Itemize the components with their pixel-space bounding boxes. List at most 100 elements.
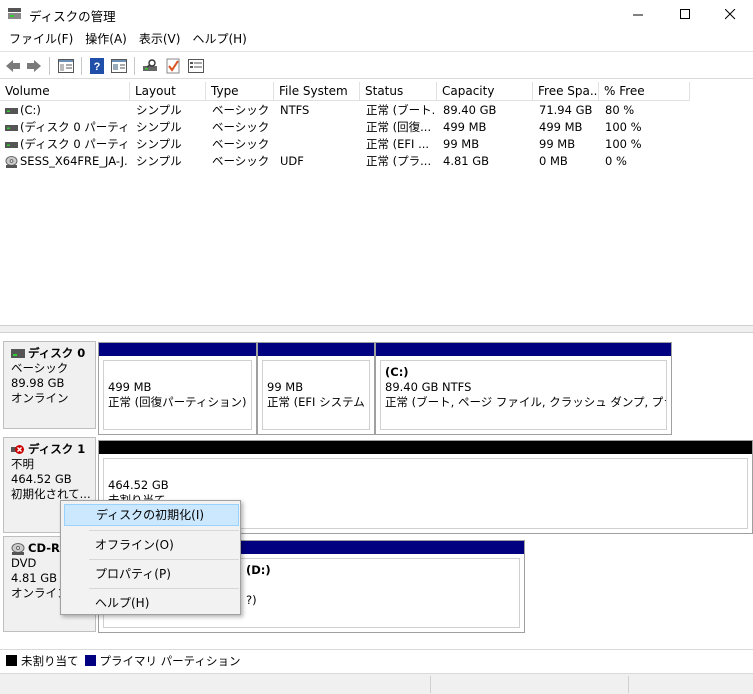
cell-file-system: [280, 136, 358, 153]
menu-bar: ファイル(F) 操作(A) 表示(V) ヘルプ(H): [0, 29, 753, 50]
column-header-type[interactable]: Type: [206, 82, 274, 101]
cd-icon: [11, 542, 25, 555]
disc-icon: [5, 156, 18, 168]
disk-kind: 不明: [11, 457, 34, 471]
disk-0-name-row: ディスク 0: [11, 346, 95, 361]
properties-button[interactable]: [109, 56, 129, 76]
menu-action[interactable]: 操作(A): [79, 29, 133, 50]
cell-type: ベーシック: [212, 154, 270, 168]
cell-capacity: 4.81 GB: [443, 154, 490, 168]
partition-recovery[interactable]: 499 MB 正常 (回復パーティション): [98, 342, 257, 435]
partition-status: 正常 (EFI システム パー: [267, 395, 369, 409]
forward-button[interactable]: [24, 56, 44, 76]
cell-file-system: UDF: [280, 154, 304, 168]
legend-unallocated: 未割り当て: [6, 653, 79, 669]
menu-help-context[interactable]: ヘルプ(H): [64, 592, 239, 614]
disk-size: 464.52 GB: [11, 472, 72, 486]
table-row[interactable]: SESS_X64FRE_JA-J... シンプル ベーシック UDF 正常 (プラ...…: [0, 153, 690, 170]
partition-body: (C:) 89.40 GB NTFS 正常 (ブート, ページ ファイル, クラ…: [380, 360, 667, 430]
close-button[interactable]: [707, 0, 753, 29]
table-row[interactable]: (ディスク 0 パーティシ... シンプル ベーシック 正常 (EFI ... 99 M…: [0, 136, 690, 153]
menu-initialize-disk[interactable]: ディスクの初期化(I): [64, 504, 239, 526]
cell-free-space: 71.94 GB: [539, 103, 593, 117]
partition-size: 464.52 GB: [108, 478, 169, 492]
volume-list: Volume Layout Type File System Status Ca…: [0, 82, 753, 325]
disk-state: オンライン: [11, 391, 69, 405]
cell-percent-free: 100 %: [605, 137, 642, 151]
back-arrow-icon: [6, 60, 20, 72]
cell-capacity: 99 MB: [443, 137, 480, 151]
title-bar: ディスクの管理: [0, 0, 753, 29]
legend-swatch-primary: [84, 655, 96, 666]
pane-splitter[interactable]: [0, 325, 753, 333]
partition-type-bar: [99, 441, 752, 454]
cell-volume: (ディスク 0 パーティシ...: [20, 120, 128, 134]
cell-percent-free: 80 %: [605, 103, 635, 117]
partition-size: 99 MB: [267, 380, 304, 394]
connect-disk-button[interactable]: [140, 56, 160, 76]
partition-label: [267, 365, 365, 380]
help-button[interactable]: ?: [87, 56, 107, 76]
status-bar: [0, 673, 753, 694]
console-tree-icon: [58, 59, 74, 73]
drive-icon: [5, 125, 18, 131]
partition-c-drive[interactable]: (C:) 89.40 GB NTFS 正常 (ブート, ページ ファイル, クラ…: [375, 342, 672, 435]
checkmark-button[interactable]: [163, 56, 183, 76]
table-row[interactable]: (ディスク 0 パーティシ... シンプル ベーシック 正常 (回復... 499 MB…: [0, 119, 690, 136]
cell-percent-free: 100 %: [605, 120, 642, 134]
legend-primary: プライマリ パーティション: [84, 653, 241, 669]
column-header-file-system[interactable]: File System: [274, 82, 360, 101]
cell-percent-free: 0 %: [605, 154, 627, 168]
show-hide-tree-button[interactable]: [56, 56, 76, 76]
disk-0-label[interactable]: ディスク 0 ベーシック 89.98 GB オンライン: [3, 341, 96, 429]
partition-type-bar: [99, 343, 256, 356]
column-header-percent-free[interactable]: % Free: [599, 82, 690, 101]
list-view-button[interactable]: [186, 56, 206, 76]
menu-view[interactable]: 表示(V): [133, 29, 187, 50]
cell-free-space: 499 MB: [539, 120, 583, 134]
partition-body: 99 MB 正常 (EFI システム パー: [262, 360, 370, 430]
disk-search-icon: [143, 59, 157, 71]
cell-volume: (C:): [20, 103, 41, 117]
legend-label: プライマリ パーティション: [99, 653, 241, 668]
status-segment: [628, 676, 629, 693]
cell-file-system: NTFS: [280, 103, 310, 117]
column-header-free-space[interactable]: Free Spa...: [533, 82, 599, 101]
properties-window-icon: [111, 59, 127, 73]
disk-icon: [11, 349, 25, 358]
minimize-icon: [632, 14, 643, 16]
column-header-layout[interactable]: Layout: [130, 82, 206, 101]
cell-free-space: 99 MB: [539, 137, 576, 151]
menu-offline[interactable]: オフライン(O): [64, 534, 239, 556]
back-button[interactable]: [3, 56, 23, 76]
partition-size: 499 MB: [108, 380, 152, 394]
menu-properties[interactable]: プロパティ(P): [64, 563, 239, 585]
legend-label: 未割り当て: [21, 653, 79, 668]
column-header-volume[interactable]: Volume: [0, 82, 130, 101]
column-header-status[interactable]: Status: [360, 82, 437, 101]
minimize-button[interactable]: [615, 0, 661, 29]
partition-label: (D:): [246, 563, 271, 577]
menu-file[interactable]: ファイル(F): [3, 29, 79, 50]
maximize-button[interactable]: [662, 0, 708, 29]
cell-volume: (ディスク 0 パーティシ...: [20, 137, 128, 151]
cell-layout: シンプル: [136, 137, 182, 151]
partition-label: (C:): [385, 365, 409, 379]
cell-status: 正常 (回復...: [366, 120, 432, 134]
menu-help[interactable]: ヘルプ(H): [186, 29, 252, 50]
partition-efi[interactable]: 99 MB 正常 (EFI システム パー: [257, 342, 375, 435]
partition-body: 499 MB 正常 (回復パーティション): [103, 360, 252, 430]
cell-type: ベーシック: [212, 120, 270, 134]
column-header-capacity[interactable]: Capacity: [437, 82, 533, 101]
drive-icon: [5, 142, 18, 148]
checklist-icon: [166, 58, 180, 74]
disk-name: ディスク 1: [28, 442, 86, 456]
partition-type-bar: [258, 343, 374, 356]
legend: 未割り当て プライマリ パーティション: [0, 649, 753, 671]
cell-free-space: 0 MB: [539, 154, 568, 168]
toolbar: ?: [0, 51, 753, 79]
table-row[interactable]: (C:) シンプル ベーシック NTFS 正常 (ブート... 89.40 GB 71.94…: [0, 102, 690, 119]
partition-status: 正常 (回復パーティション): [108, 395, 247, 409]
maximize-icon: [679, 9, 690, 19]
partition-type-bar: [376, 343, 671, 356]
